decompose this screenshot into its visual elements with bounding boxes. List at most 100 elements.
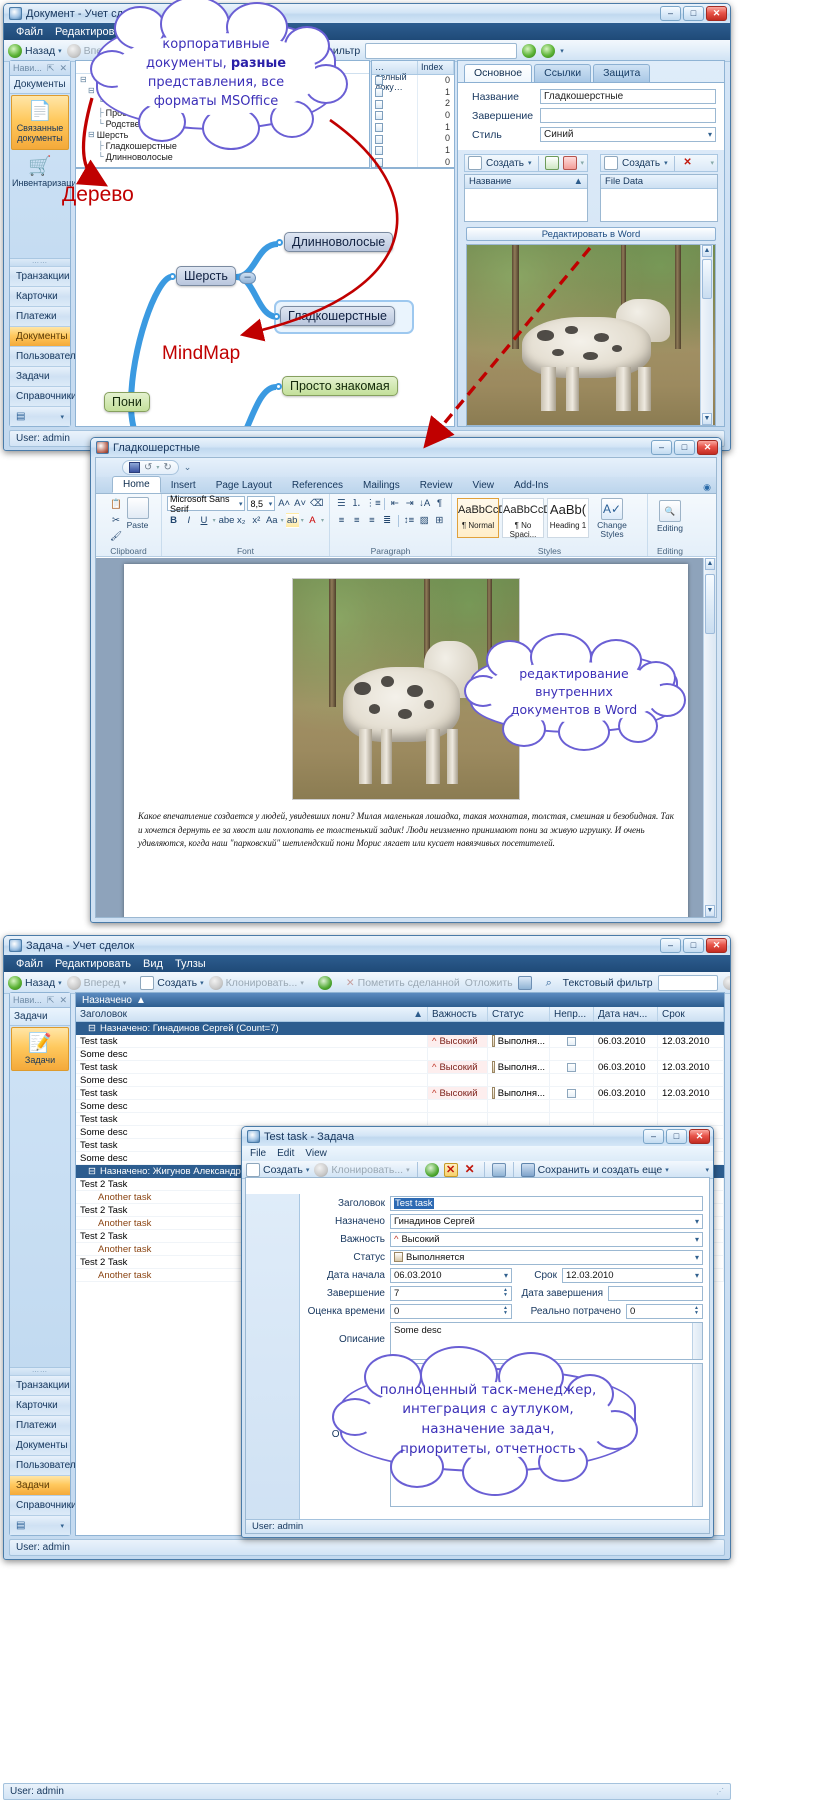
toolbar-task[interactable]: Назад ▾ Вперед ▾ Создать ▾ Клонировать... ▾ … [4, 972, 730, 994]
back-button[interactable]: Назад ▾ [8, 43, 62, 58]
sidebar-item-cards[interactable]: Карточки [10, 1395, 70, 1415]
close-button[interactable]: ✕ [689, 1129, 710, 1144]
titlebar-document[interactable]: Документ - Учет сделок – □ ✕ [4, 4, 730, 23]
forward-button[interactable]: Вперед ▾ [66, 975, 126, 990]
table-row[interactable]: 2 [372, 98, 454, 111]
maximize-button[interactable]: □ [683, 938, 704, 953]
field-input-naznacheno[interactable]: Гинадинов Сергей ▾ [390, 1213, 703, 1229]
format-painter-icon[interactable]: 🖌 [109, 529, 124, 544]
titlebar-word[interactable]: Гладкошерстные – □ ✕ [91, 438, 721, 457]
sidebar-item-transactions[interactable]: Транзакции [10, 1375, 70, 1395]
redo-icon[interactable]: ↻ [163, 462, 171, 473]
chevron-down-icon[interactable]: ⌄ [184, 462, 192, 473]
table-row[interactable]: 1 [372, 121, 454, 134]
undo-icon[interactable]: ↺ [144, 462, 152, 473]
sidebar-item-documents[interactable]: Документы [10, 326, 70, 346]
create-button[interactable]: Создать ▾ [140, 975, 204, 990]
description-scrollbar[interactable] [692, 1322, 702, 1359]
detail-tabs[interactable]: Основное Ссылки Защита [458, 61, 724, 82]
field-row-dates[interactable]: Дата начала 06.03.2010 ▾ Срок 12.03.2010 ▾ [301, 1266, 709, 1284]
tab-page-layout[interactable]: Page Layout [206, 478, 282, 493]
report-scrollbar[interactable] [692, 1363, 702, 1506]
align-right-icon[interactable]: ≡ [365, 513, 378, 528]
sidebar-item-tasks[interactable]: Задачи [10, 1475, 70, 1495]
paste-options-icon[interactable]: 📋 [109, 497, 124, 512]
style-normal[interactable]: AaBbCcDc ¶ Normal [457, 498, 512, 538]
mark-done-button[interactable]: ✕ Пометить сделанной [346, 977, 460, 989]
menubar-dialog[interactable]: File Edit View [242, 1146, 713, 1161]
font-row-1[interactable]: Microsoft Sans Serif ▾ 8,5 ▾ A˄ A˅ ⌫ [167, 494, 324, 514]
field-input-actual[interactable]: 0 ▲ ▼ [626, 1303, 703, 1319]
font-size-combo[interactable]: 8,5 ▾ [247, 496, 276, 511]
sidebar-grip[interactable]: ⋯⋯ [10, 258, 70, 267]
scrollbar-thumb[interactable] [702, 259, 712, 299]
field-input-zagolovok[interactable]: Test task [390, 1195, 703, 1211]
sidebar-item-users[interactable]: Пользователи [10, 346, 81, 366]
group-row-gindinov[interactable]: ⊟ Назначено: Гинадинов Сергей (Count=7) [76, 1022, 724, 1035]
mindmap-connector-dot[interactable] [275, 383, 282, 390]
detail-panel[interactable]: Основное Ссылки Защита Название Гладкоше… [457, 60, 725, 427]
field-input-stil[interactable]: Синий ▾ [540, 127, 716, 142]
mindmap-connector-dot[interactable] [276, 239, 283, 246]
paragraph-row-2[interactable]: ≡ ≡ ≡ ≣ ↕≡ ▨ ⊞ [335, 513, 446, 528]
delete-icon[interactable] [562, 156, 577, 170]
maximize-button[interactable]: □ [674, 440, 695, 455]
outlook-icon[interactable] [517, 975, 532, 990]
align-center-icon[interactable]: ≡ [350, 513, 363, 528]
folder-icon[interactable]: ▤ [16, 1520, 25, 1531]
bold-button[interactable]: B [167, 513, 180, 528]
help-icon[interactable] [722, 975, 730, 990]
table-row[interactable]: Some desc [76, 1100, 724, 1113]
sidebar-grip[interactable]: ⋯⋯ [10, 1367, 70, 1376]
shading-icon[interactable]: ▨ [418, 513, 431, 528]
tab-mailings[interactable]: Mailings [353, 478, 410, 493]
decrease-indent-icon[interactable]: ⇤ [388, 496, 401, 511]
tree-row[interactable]: └ Длинноволосые [76, 151, 369, 162]
sort-icon[interactable]: ↓A [418, 496, 431, 511]
sidebar-item-users[interactable]: Пользователи [10, 1455, 81, 1475]
align-left-icon[interactable]: ≡ [335, 513, 348, 528]
titlebar-task[interactable]: Задача - Учет сделок – □ ✕ [4, 936, 730, 955]
unread-checkbox[interactable] [567, 1036, 576, 1046]
unread-checkbox[interactable] [567, 1088, 576, 1098]
mindmap-node-prosto-znakomaya[interactable]: Просто знакомая [282, 376, 398, 396]
pin-icon[interactable]: ⇱ [47, 995, 55, 1006]
word-scrollbar[interactable]: ▲ ▼ [703, 558, 716, 917]
change-styles-button[interactable]: A✓ Change Styles [592, 498, 632, 539]
style-heading-1[interactable]: AaBb( Heading 1 [547, 498, 589, 538]
font-family-combo[interactable]: Microsoft Sans Serif ▾ [167, 494, 246, 514]
left-grid-header[interactable]: Название ▲ [465, 175, 588, 189]
field-input-start-date[interactable]: 06.03.2010 ▾ [390, 1267, 512, 1283]
table-row[interactable]: 0 [372, 133, 454, 146]
tab-osnovnoe[interactable]: Основное [464, 64, 533, 82]
table-row[interactable]: 0 [372, 156, 454, 167]
left-mini-grid[interactable]: Название ▲ [464, 174, 589, 222]
toolbar-overflow-icon[interactable]: ▾ [705, 1166, 709, 1174]
table-row[interactable]: Test taskВысокийВыполня...06.03.201012.0… [76, 1035, 724, 1048]
clone-button[interactable]: Клонировать... ▾ [208, 975, 304, 990]
tab-insert[interactable]: Insert [161, 478, 206, 493]
font-color-icon[interactable]: A [306, 513, 319, 528]
field-input-zavershenie[interactable] [540, 108, 716, 123]
table-row[interactable]: Some desc [76, 1074, 724, 1087]
minimize-button[interactable]: – [660, 6, 681, 21]
red-x-icon[interactable]: ✕ [443, 1162, 458, 1177]
column-header-due[interactable]: Срок [658, 1007, 724, 1021]
grow-font-icon[interactable]: A˄ [277, 496, 291, 511]
word-ribbon-tabs[interactable]: Home Insert Page Layout References Maili… [96, 476, 716, 494]
text-filter-group[interactable]: ⌕ Текстовый фильтр [546, 976, 653, 990]
minimize-button[interactable]: – [660, 938, 681, 953]
unread-checkbox[interactable] [567, 1062, 576, 1072]
numbering-icon[interactable]: ⒈ [350, 496, 363, 511]
italic-button[interactable]: I [182, 513, 195, 528]
sidebar-item-transactions[interactable]: Транзакции [10, 266, 70, 286]
menubar-task[interactable]: Файл Редактировать Вид Тулзы [4, 955, 730, 972]
right-mini-grid[interactable]: File Data [600, 174, 718, 222]
column-header-document[interactable]: …делный доку… [372, 61, 418, 92]
font-row-2[interactable]: B I U ▾ abe x₂ x² Aa ▾ ab ▾ A ▾ [167, 513, 324, 528]
sidebar-footer[interactable]: ▤ ▾ [10, 406, 70, 426]
table-row[interactable]: 1 [372, 145, 454, 157]
nav-up-icon[interactable] [522, 43, 537, 58]
justify-icon[interactable]: ≣ [380, 513, 393, 528]
window-controls[interactable]: – □ ✕ [660, 6, 727, 21]
